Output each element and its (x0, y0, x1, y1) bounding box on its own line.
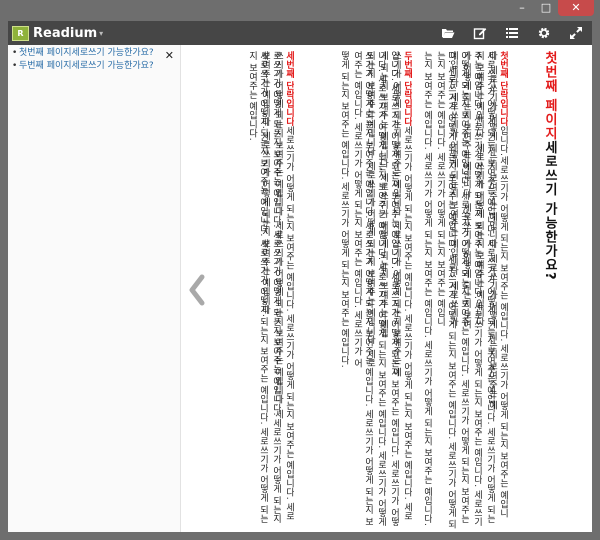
minimize-button[interactable]: – (510, 0, 534, 16)
edit-icon (473, 28, 487, 40)
toc-button[interactable] (496, 21, 528, 45)
toc-list: 첫번째 페이지세로쓰기 가능한가요? 두번째 페이지세로쓰기 가능한가요? (8, 45, 180, 73)
list-icon (506, 28, 518, 38)
text-column: 세로쓰기가 어떻게 되는지 보여주는 예입니다. 세로쓰기가 어떻게 되는지 보… (247, 51, 268, 524)
chapter-heading-rest: 세로쓰기 가능한가요? (542, 140, 557, 281)
expand-icon (570, 27, 582, 39)
readium-logo[interactable]: R Readium ▾ (12, 25, 104, 41)
toc-item-1[interactable]: 첫번째 페이지세로쓰기 가능한가요? (12, 47, 162, 60)
text-column: 떻게 되는지 보여주는 예입니다. 세로쓰기가 어떻게 되는지 보여주는 예입니… (339, 51, 349, 368)
settings-button[interactable] (528, 21, 560, 45)
toc-item-2[interactable]: 두번째 페이지세로쓰기 가능한가요? (12, 60, 162, 73)
folder-open-icon (442, 29, 455, 38)
paragraph-1-heading: 첫번째 단락입니다 (498, 51, 508, 127)
text-column: 다. 세로쓰기가 어떻게 되는지 보여주는 예입니다. 세로쓰기가 어떻게 되는… (435, 51, 456, 529)
close-window-button[interactable]: ✕ (558, 0, 594, 16)
toc-close-button[interactable]: ✕ (165, 49, 174, 62)
edit-button[interactable] (464, 21, 496, 45)
gear-icon (538, 27, 550, 39)
book-page: 첫번째 페이지세로쓰기 가능한가요? 첫번째 단락입니다입니다.세로쓰기가 어떻… (214, 47, 584, 529)
toc-panel: ✕ 첫번째 페이지세로쓰기 가능한가요? 두번째 페이지세로쓰기 가능한가요? (8, 45, 181, 532)
text-column: 쓰기가 어떻게 되는지 보여주는 예입니다. 세로쓰기가 어떻게 되는지 보여주… (352, 51, 373, 526)
readium-logo-mark: R (12, 25, 29, 41)
app-name: Readium (33, 25, 98, 41)
text-column: 는지 보여주는 예입니다. 세로쓰기가 어떻게 되는지 보여주는 예입니다. 세… (422, 51, 432, 526)
chapter-heading: 첫번째 페이지세로쓰기 가능한가요? (540, 51, 559, 351)
fullscreen-button[interactable] (560, 21, 592, 45)
maximize-button[interactable]: □ (534, 0, 558, 16)
previous-page-icon[interactable] (186, 273, 208, 307)
app-menu-caret: ▾ (99, 28, 104, 38)
library-button[interactable] (432, 21, 464, 45)
paragraph-3-heading: 세번째 단락입니다 (284, 51, 294, 127)
chapter-heading-red: 첫번째 페이지 (542, 51, 557, 141)
paragraph-2-heading: 두번째 단락입니다 (402, 51, 412, 127)
app-toolbar: R Readium ▾ (8, 21, 592, 45)
window-controls: – □ ✕ (510, 0, 594, 18)
reader-frame: ✕ 첫번째 페이지세로쓰기 가능한가요? 두번째 페이지세로쓰기 가능한가요? … (8, 45, 592, 532)
